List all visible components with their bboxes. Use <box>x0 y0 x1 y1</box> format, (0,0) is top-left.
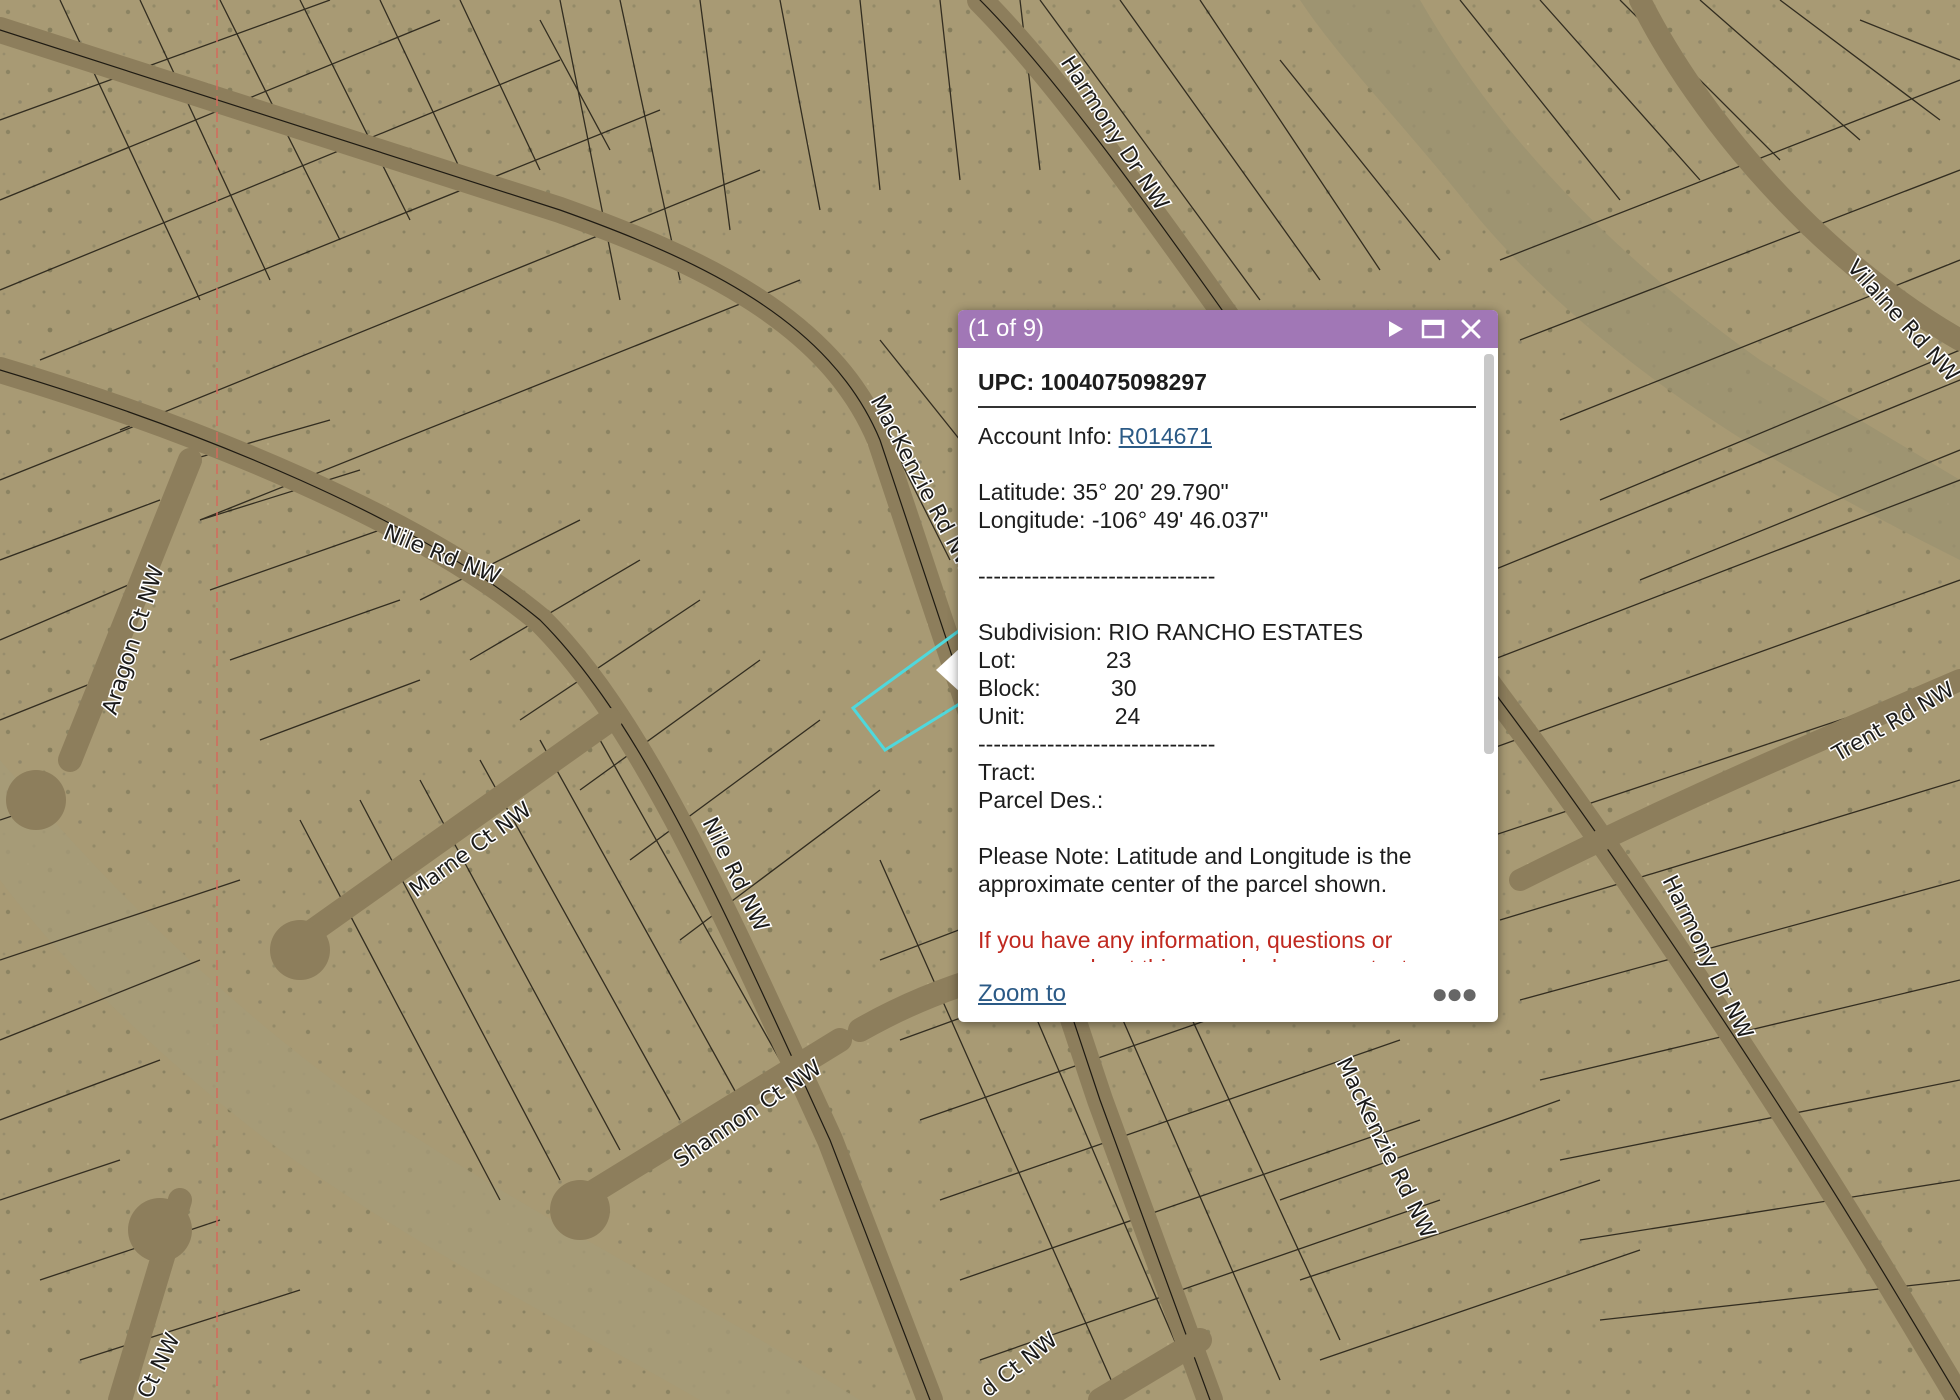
popup-footer: Zoom to ●●● <box>978 974 1478 1014</box>
separator-line: ------------------------------- <box>978 731 1216 757</box>
note-text-line1: Please Note: Latitude and Longitude is t… <box>978 843 1412 869</box>
latitude-value: Latitude: 35° 20' 29.790" <box>978 479 1229 505</box>
popup-header: (1 of 9) <box>958 310 1498 348</box>
account-info-link[interactable]: R014671 <box>1119 423 1212 449</box>
popup-counter: (1 of 9) <box>968 315 1045 342</box>
contact-text-line1: If you have any information, questions o… <box>978 927 1393 953</box>
close-button[interactable] <box>1454 312 1488 346</box>
close-icon <box>1461 319 1481 339</box>
maximize-button[interactable] <box>1416 312 1450 346</box>
longitude-value: Longitude: -106° 49' 46.037" <box>978 507 1269 533</box>
popup-pointer <box>936 648 960 692</box>
subdivision-value: Subdivision: RIO RANCHO ESTATES <box>978 619 1364 645</box>
more-icon[interactable]: ●●● <box>1431 978 1478 1010</box>
account-info-label: Account Info: <box>978 423 1119 449</box>
block-value: Block: 30 <box>978 675 1137 701</box>
contact-text-line2: concerns about this parcel, please conta… <box>978 954 1476 962</box>
popup-body[interactable]: UPC: 1004075098297 Account Info: R014671… <box>958 348 1498 962</box>
unit-value: Unit: 24 <box>978 703 1141 729</box>
parcel-des-label: Parcel Des.: <box>978 787 1104 813</box>
zoom-to-link[interactable]: Zoom to <box>978 980 1066 1008</box>
next-feature-button[interactable] <box>1378 312 1412 346</box>
popup-scrollbar[interactable] <box>1484 354 1494 754</box>
separator-line: ------------------------------- <box>978 563 1216 589</box>
account-info: Account Info: R014671 <box>978 422 1476 450</box>
parcel-popup: (1 of 9) UPC: 1004075098297 Account Info… <box>958 310 1498 1022</box>
note-text-line2: approximate center of the parcel shown. <box>978 871 1388 897</box>
play-icon <box>1389 321 1403 337</box>
lot-value: Lot: 23 <box>978 647 1132 673</box>
upc-value: UPC: 1004075098297 <box>978 368 1476 408</box>
tract-label: Tract: <box>978 759 1036 785</box>
maximize-icon <box>1421 319 1445 339</box>
